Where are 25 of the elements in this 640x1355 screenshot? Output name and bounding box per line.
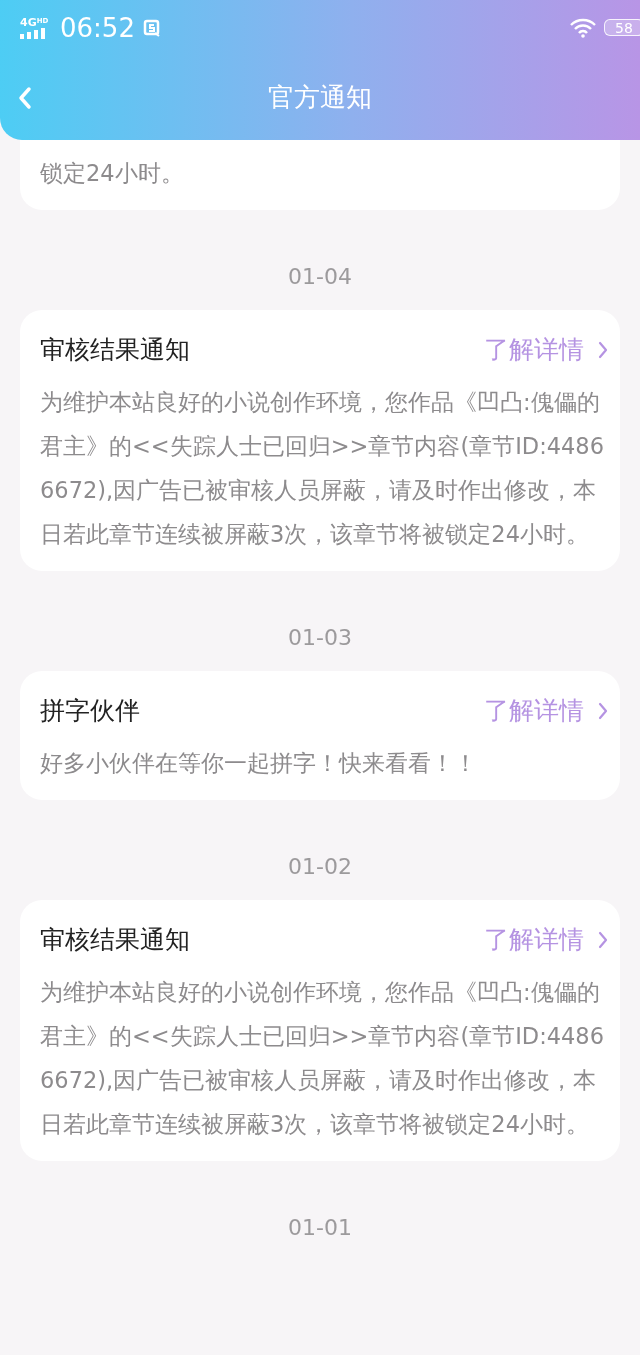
notice-title: 审核结果通知 bbox=[40, 924, 190, 956]
date-label: 01-03 bbox=[288, 625, 352, 650]
details-link[interactable]: 了解详情 bbox=[484, 920, 608, 960]
date-label: 01-04 bbox=[288, 264, 352, 289]
back-icon bbox=[18, 86, 32, 110]
chevron-right-icon bbox=[598, 341, 608, 359]
network-label: 4G bbox=[20, 16, 37, 28]
page-title: 官方通知 bbox=[268, 81, 372, 114]
notice-title: 拼字伙伴 bbox=[40, 695, 140, 727]
status-time: 06:52 bbox=[60, 12, 135, 43]
notice-text: 锁定24小时。 bbox=[40, 159, 185, 188]
notice-title: 审核结果通知 bbox=[40, 334, 190, 366]
notification-icon bbox=[142, 18, 161, 37]
details-link[interactable]: 了解详情 bbox=[484, 330, 608, 370]
notice-text: 为维护本站良好的小说创作环境，您作品《凹凸:傀儡的君主》的<<失踪人士已回归>>章节内容(章节ID:44866672),因广告已被审核人员屏蔽，请及时作出修改，本日若此章节连续被屏蔽3次，该章节将被锁定24小时。 bbox=[40, 388, 605, 549]
date-label: 01-01 bbox=[288, 1215, 352, 1240]
signal-icon bbox=[20, 27, 46, 39]
details-link[interactable]: 了解详情 bbox=[484, 691, 608, 731]
date-label: 01-02 bbox=[288, 854, 352, 879]
notice-text: 好多小伙伴在等你一起拼字！快来看看！！ bbox=[40, 749, 478, 778]
notice-text: 为维护本站良好的小说创作环境，您作品《凹凸:傀儡的君主》的<<失踪人士已回归>>章节内容(章节ID:44866672),因广告已被审核人员屏蔽，请及时作出修改，本日若此章节连续被屏蔽3次，该章节将被锁定24小时。 bbox=[40, 978, 605, 1139]
chevron-right-icon bbox=[598, 702, 608, 720]
battery-indicator: 58 bbox=[604, 19, 640, 36]
chevron-right-icon bbox=[598, 931, 608, 949]
wifi-icon bbox=[570, 17, 596, 38]
